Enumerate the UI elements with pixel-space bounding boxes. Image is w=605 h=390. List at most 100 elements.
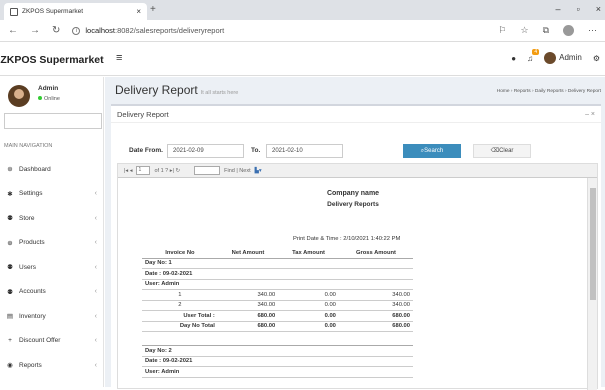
store-icon: ⚉ <box>7 215 13 223</box>
sidebar-search-input[interactable] <box>4 113 102 129</box>
report-box: Delivery Report – × Date From. 2021-02-0… <box>111 104 601 390</box>
sidebar-item-label: Dashboard <box>19 165 51 173</box>
browser-tab[interactable]: ZKPOS Supermarket × <box>4 3 147 20</box>
table-cell: 340.00 <box>217 289 279 301</box>
reports-icon: ◉ <box>7 362 13 370</box>
group-date-row: Date : 09-02-2021 <box>142 356 413 367</box>
table-cell: User: Admin <box>142 366 413 378</box>
page-subtitle: It all starts here <box>200 90 239 96</box>
user-menu-name: Admin <box>559 53 582 63</box>
sidebar-item-discount-offer[interactable]: + Discount Offer ‹ <box>0 329 104 354</box>
new-tab-button[interactable]: + <box>150 4 156 15</box>
page-number-input[interactable]: 1 <box>136 166 151 175</box>
report-name: Delivery Reports <box>327 201 379 208</box>
sidebar-item-store[interactable]: ⚉ Store ‹ <box>0 206 104 231</box>
page-of-label[interactable]: of 1 ? ▸| ↻ <box>154 168 180 174</box>
group-date-row: Date : 09-02-2021 <box>142 268 413 280</box>
col-header: Gross Amount <box>338 248 413 259</box>
date-from-label: Date From. <box>129 147 163 154</box>
sidebar-item-accounts[interactable]: ⚉ Accounts ‹ <box>0 280 104 305</box>
table-cell: 680.00 <box>338 310 413 322</box>
col-header: Tax Amount <box>278 248 339 259</box>
sidebar-item-label: Inventory <box>19 312 46 320</box>
table-cell: User Total : <box>142 310 218 322</box>
table-cell: 1 <box>142 289 218 301</box>
browser-tab-bar: ZKPOS Supermarket × + – ▫ × <box>0 0 605 20</box>
viewer-toolbar: |◂ ◂ 1 of 1 ? ▸| ↻ Find | Next ▙▾ <box>118 164 597 178</box>
collections-icon[interactable]: ⧉ <box>543 25 549 36</box>
more-menu-icon[interactable]: ⋯ <box>588 25 597 36</box>
sidebar-item-reports[interactable]: ◉ Reports ‹ <box>0 353 104 378</box>
user-avatar <box>8 85 30 107</box>
table-row: 2 340.00 0.00 340.00 <box>142 300 413 311</box>
brand-logo[interactable]: ZKPOS Supermarket <box>0 43 104 76</box>
sidebar-item-settings[interactable]: ✱ Settings ‹ <box>0 182 104 207</box>
table-cell: 680.00 <box>217 321 279 332</box>
col-header: Net Amount <box>217 248 279 259</box>
sidebar: Admin Online MAIN NAVIGATION ⊛ Dashboard ✱… <box>0 77 104 387</box>
maximize-button[interactable]: ▫ <box>577 4 580 14</box>
box-tools[interactable]: – × <box>585 111 595 118</box>
online-status-text: Online <box>44 96 60 102</box>
main-content: Delivery Report It all starts here Home … <box>105 77 605 390</box>
report-page: Company name Delivery Reports Print Date… <box>118 178 588 390</box>
sidebar-item-label: Reports <box>19 361 42 369</box>
table-cell: Date : 09-02-2021 <box>142 356 413 367</box>
user-menu[interactable]: Admin <box>544 52 582 64</box>
search-button[interactable]: ⌕Search <box>403 144 461 158</box>
spacer-row <box>142 331 413 346</box>
group-day-row: Day No: 2 <box>142 345 413 357</box>
tab-title: ZKPOS Supermarket <box>22 8 84 15</box>
translate-icon[interactable]: ⚐ <box>498 25 506 36</box>
profile-avatar[interactable] <box>563 25 574 36</box>
scrollbar-thumb[interactable] <box>590 188 596 300</box>
settings-gear-icon[interactable]: ⚙ <box>593 54 600 63</box>
report-viewer: |◂ ◂ 1 of 1 ? ▸| ↻ Find | Next ▙▾ Compan… <box>117 163 598 390</box>
table-cell: Day No: 2 <box>142 345 413 357</box>
eraser-icon: ⌫ <box>490 148 500 154</box>
date-to-label: To. <box>251 147 261 154</box>
search-button-label: Search <box>424 148 444 154</box>
notification-bell-icon[interactable]: ♫ 4 <box>527 48 540 63</box>
sidebar-item-label: Products <box>19 239 45 247</box>
clear-button[interactable]: ⌫Clear <box>473 144 531 158</box>
sidebar-user-name: Admin <box>38 85 59 92</box>
online-dot-icon <box>38 96 42 100</box>
chevron-left-icon: ‹ <box>94 239 97 247</box>
export-icon[interactable]: ▙▾ <box>255 168 262 174</box>
url-host: localhost <box>85 26 115 35</box>
viewer-scrollbar[interactable] <box>587 178 597 390</box>
sidebar-item-inventory[interactable]: ▤ Inventory ‹ <box>0 304 104 329</box>
table-cell: 340.00 <box>217 300 279 311</box>
sidebar-item-products[interactable]: ⊕ Products ‹ <box>0 231 104 256</box>
reload-button[interactable]: ↻ <box>52 25 60 36</box>
plus-icon: + <box>8 337 12 345</box>
sidebar-user-panel: Admin Online <box>8 85 60 107</box>
breadcrumb[interactable]: Home › Reports › Daily Reports › Deliver… <box>497 89 601 94</box>
back-button[interactable]: ← <box>8 25 18 36</box>
url-path: :8082/salesreports/deliveryreport <box>115 26 225 35</box>
date-to-input[interactable]: 2021-02-10 <box>266 144 343 158</box>
table-cell: Day No: 1 <box>142 258 413 269</box>
sidebar-item-users[interactable]: ⚉ Users ‹ <box>0 255 104 280</box>
tab-close-icon[interactable]: × <box>136 7 141 16</box>
url-field[interactable]: i localhost:8082/salesreports/deliveryre… <box>72 23 472 39</box>
minimize-button[interactable]: – <box>556 4 561 14</box>
sidebar-item-dashboard[interactable]: ⊛ Dashboard <box>0 157 104 182</box>
table-cell: Date : 09-02-2021 <box>142 268 413 280</box>
table-cell: 0.00 <box>278 289 339 301</box>
bookmark-star-icon[interactable]: ☆ <box>520 25 528 36</box>
table-cell: Day No Total <box>142 321 218 332</box>
close-window-button[interactable]: × <box>596 4 601 14</box>
find-next-link[interactable]: Find | Next <box>224 168 251 174</box>
online-status: Online <box>38 96 60 102</box>
date-from-input[interactable]: 2021-02-09 <box>167 144 244 158</box>
forward-button[interactable]: → <box>30 25 40 36</box>
info-icon[interactable]: i <box>72 26 81 35</box>
sidebar-item-label: Store <box>19 214 35 222</box>
chevron-left-icon: ‹ <box>94 288 97 296</box>
hamburger-menu-icon[interactable]: ≡ <box>116 52 122 64</box>
first-prev-page-button[interactable]: |◂ ◂ <box>124 168 132 174</box>
alert-icon[interactable]: ● <box>511 54 516 63</box>
find-input[interactable] <box>194 166 221 175</box>
